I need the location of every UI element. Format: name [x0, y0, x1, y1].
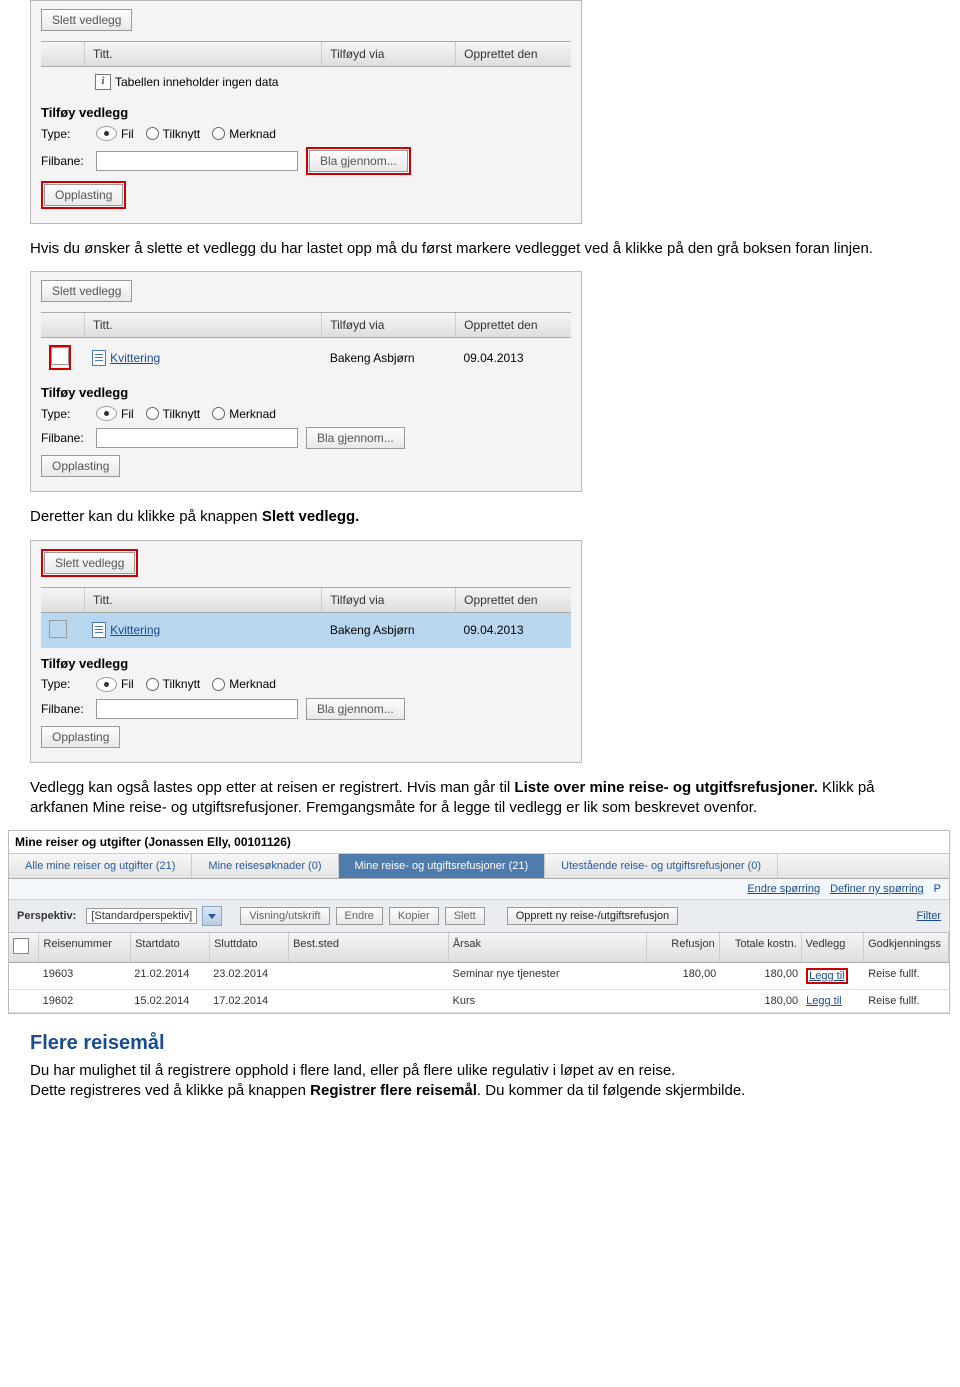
type-label: Type: [41, 677, 96, 691]
attachment-panel-1: Slett vedlegg Titt. Tilføyd via Opprette… [30, 0, 582, 224]
add-attachment-link[interactable]: Legg til [806, 995, 841, 1007]
add-attachment-heading: Tilføy vedlegg [41, 385, 571, 400]
col-totale: Totale kostn. [720, 933, 802, 962]
instruction-1: Hvis du ønsker å slette et vedlegg du ha… [30, 239, 930, 259]
document-icon [92, 350, 106, 366]
attachment-table: Titt. Tilføyd via Opprettet den Kvitteri… [41, 312, 571, 377]
col-title: Titt. [85, 313, 322, 337]
grid-tabs: Alle mine reiser og utgifter (21) Mine r… [9, 854, 949, 879]
col-arsak: Årsak [449, 933, 648, 962]
tab-outstanding[interactable]: Utestående reise- og utgiftsrefusjoner (… [545, 854, 778, 878]
dropdown-arrow-icon[interactable] [202, 906, 222, 926]
attachment-link[interactable]: Kvittering [110, 351, 160, 365]
cell-date: 09.04.2013 [455, 620, 571, 640]
col-refusjon: Refusjon [647, 933, 719, 962]
perspective-label: Perspektiv: [17, 910, 76, 922]
attachment-table: Titt. Tilføyd via Opprettet den Kvitteri… [41, 587, 571, 648]
col-start: Startdato [131, 933, 210, 962]
edit-button[interactable]: Endre [336, 907, 383, 925]
grid-data-row[interactable]: 19603 21.02.2014 23.02.2014 Seminar nye … [9, 963, 949, 990]
file-path-input[interactable] [96, 428, 298, 448]
filter-link[interactable]: Filter [917, 910, 941, 922]
instruction-2: Deretter kan du klikke på knappen Slett … [30, 507, 930, 527]
radio-tilknytt[interactable]: Tilknytt [146, 407, 201, 421]
col-via: Tilføyd via [322, 313, 456, 337]
type-label: Type: [41, 127, 96, 141]
copy-button[interactable]: Kopier [389, 907, 439, 925]
radio-merknad[interactable]: Merknad [212, 127, 276, 141]
filbane-label: Filbane: [41, 431, 96, 445]
attachment-panel-3: Slett vedlegg Titt. Tilføyd via Opprette… [30, 540, 582, 763]
add-attachment-link[interactable]: Legg til [809, 970, 844, 982]
cell-date: 09.04.2013 [455, 348, 571, 368]
browse-button[interactable]: Bla gjennom... [309, 150, 408, 172]
tab-applications[interactable]: Mine reisesøknader (0) [192, 854, 338, 878]
perspective-select[interactable]: [Standardperspektiv] [86, 908, 197, 924]
col-slutt: Sluttdato [210, 933, 289, 962]
delete-attachment-button[interactable]: Slett vedlegg [41, 9, 132, 31]
delete-attachment-button[interactable]: Slett vedlegg [44, 552, 135, 574]
empty-message: Tabellen inneholder ingen data [115, 75, 278, 89]
radio-merknad[interactable]: Merknad [212, 407, 276, 421]
col-godkjenning: Godkjenningss [864, 933, 949, 962]
cell-via: Bakeng Asbjørn [322, 348, 456, 368]
upload-button[interactable]: Opplasting [41, 726, 120, 748]
tab-all[interactable]: Alle mine reiser og utgifter (21) [9, 854, 192, 878]
browse-button[interactable]: Bla gjennom... [306, 698, 405, 720]
file-path-input[interactable] [96, 151, 298, 171]
cell-via: Bakeng Asbjørn [322, 620, 456, 640]
radio-tilknytt[interactable]: Tilknytt [146, 677, 201, 691]
new-query-link[interactable]: Definer ny spørring [830, 883, 924, 895]
delete-attachment-button[interactable]: Slett vedlegg [41, 280, 132, 302]
col-title: Titt. [85, 588, 322, 612]
trips-grid: Mine reiser og utgifter (Jonassen Elly, … [8, 830, 950, 1014]
info-icon: i [95, 74, 111, 90]
col-reisenummer: Reisenummer [39, 933, 131, 962]
export-icon[interactable] [13, 938, 29, 954]
radio-fil[interactable]: Fil [96, 406, 134, 421]
attachment-panel-2: Slett vedlegg Titt. Tilføyd via Opprette… [30, 271, 582, 492]
col-via: Tilføyd via [322, 42, 456, 66]
instruction-4: Du har mulighet til å registrere opphold… [30, 1061, 930, 1102]
radio-tilknytt[interactable]: Tilknytt [146, 127, 201, 141]
tab-refunds[interactable]: Mine reise- og utgiftsrefusjoner (21) [339, 854, 546, 878]
browse-button[interactable]: Bla gjennom... [306, 427, 405, 449]
add-attachment-heading: Tilføy vedlegg [41, 656, 571, 671]
filbane-label: Filbane: [41, 154, 96, 168]
col-vedlegg: Vedlegg [802, 933, 864, 962]
edit-query-link[interactable]: Endre spørring [747, 883, 820, 895]
col-date: Opprettet den [456, 42, 571, 66]
document-icon [92, 622, 106, 638]
attachment-table: Titt. Tilføyd via Opprettet den i Tabell… [41, 41, 571, 97]
col-via: Tilføyd via [322, 588, 456, 612]
row-select-checkbox[interactable] [51, 347, 69, 365]
create-refund-button[interactable]: Opprett ny reise-/utgiftsrefusjon [507, 907, 678, 925]
grid-data-row[interactable]: 19602 15.02.2014 17.02.2014 Kurs 180,00 … [9, 990, 949, 1013]
col-date: Opprettet den [456, 313, 571, 337]
print-button[interactable]: Visning/utskrift [240, 907, 329, 925]
col-best: Best.sted [289, 933, 449, 962]
delete-button[interactable]: Slett [445, 907, 485, 925]
type-label: Type: [41, 407, 96, 421]
p-link[interactable]: P [934, 883, 941, 895]
radio-merknad[interactable]: Merknad [212, 677, 276, 691]
file-path-input[interactable] [96, 699, 298, 719]
attachment-link[interactable]: Kvittering [110, 623, 160, 637]
upload-button[interactable]: Opplasting [41, 455, 120, 477]
col-title: Titt. [85, 42, 322, 66]
grid-title: Mine reiser og utgifter (Jonassen Elly, … [9, 831, 949, 854]
section-heading: Flere reisemål [30, 1032, 930, 1055]
radio-fil[interactable]: Fil [96, 126, 134, 141]
instruction-3: Vedlegg kan også lastes opp etter at rei… [30, 778, 930, 819]
col-date: Opprettet den [456, 588, 571, 612]
add-attachment-heading: Tilføy vedlegg [41, 105, 571, 120]
upload-button[interactable]: Opplasting [44, 184, 123, 206]
filbane-label: Filbane: [41, 702, 96, 716]
row-select-checkbox[interactable] [49, 620, 67, 638]
radio-fil[interactable]: Fil [96, 677, 134, 692]
